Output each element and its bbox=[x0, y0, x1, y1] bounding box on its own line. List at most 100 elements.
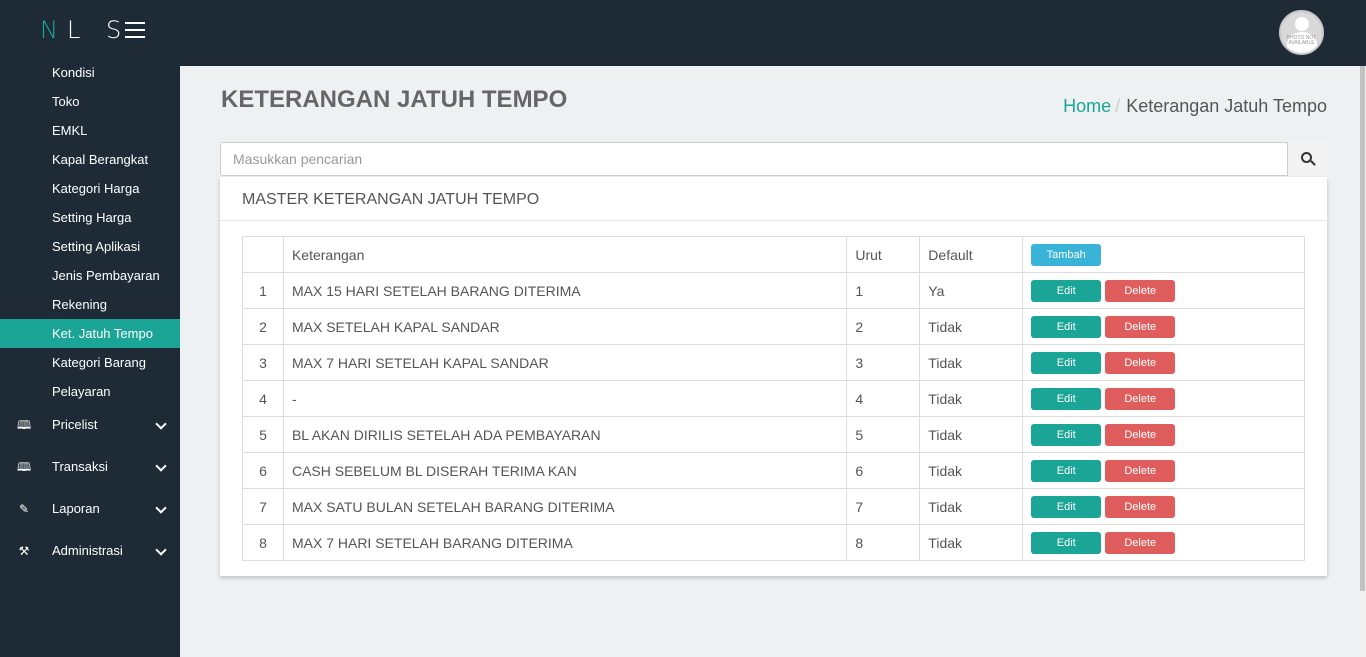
edit-button[interactable]: Edit bbox=[1031, 351, 1102, 374]
cell-actions: Edit Delete bbox=[1022, 488, 1305, 525]
delete-button[interactable]: Delete bbox=[1105, 351, 1176, 374]
edit-button[interactable]: Edit bbox=[1031, 315, 1102, 338]
edit-button[interactable]: Edit bbox=[1031, 423, 1102, 446]
cell-urut: 3 bbox=[846, 344, 921, 381]
sidebar-item-kategori-barang[interactable]: Kategori Barang bbox=[0, 348, 180, 377]
cell-no: 2 bbox=[242, 308, 284, 345]
cell-urut: 6 bbox=[846, 452, 921, 489]
sidebar-item-kapal-berangkat[interactable]: Kapal Berangkat bbox=[0, 145, 180, 174]
edit-button[interactable]: Edit bbox=[1031, 459, 1102, 482]
breadcrumb: Home / Keterangan Jatuh Tempo bbox=[1063, 96, 1327, 117]
cell-keterangan: - bbox=[282, 380, 848, 417]
sidebar-item-setting-aplikasi[interactable]: Setting Aplikasi bbox=[0, 232, 180, 261]
edit-button[interactable]: Edit bbox=[1031, 279, 1102, 302]
table-row: 5 BL AKAN DIRILIS SETELAH ADA PEMBAYARAN… bbox=[242, 416, 1305, 453]
delete-button[interactable]: Delete bbox=[1105, 279, 1176, 302]
breadcrumb-home-link[interactable]: Home bbox=[1063, 96, 1111, 116]
delete-button[interactable]: Delete bbox=[1105, 459, 1176, 482]
col-header-urut: Urut bbox=[846, 236, 921, 273]
cell-no: 1 bbox=[242, 272, 284, 309]
top-navbar: NL S PHOTO NOT AVAILABLE bbox=[0, 0, 1366, 66]
col-header-no bbox=[242, 236, 284, 273]
sidebar-group-laporan[interactable]: ✎ Laporan bbox=[0, 494, 180, 524]
wrench-icon: ⚒ bbox=[18, 544, 30, 558]
cell-urut: 1 bbox=[846, 272, 921, 309]
sidebar-item-toko[interactable]: Toko bbox=[0, 87, 180, 116]
cell-actions: Edit Delete bbox=[1022, 308, 1305, 345]
map-icon: 🕮 bbox=[17, 418, 32, 432]
edit-button[interactable]: Edit bbox=[1031, 531, 1102, 554]
chevron-down-icon bbox=[155, 502, 167, 514]
cell-actions: Edit Delete bbox=[1022, 344, 1305, 381]
sidebar-item-rekening[interactable]: Rekening bbox=[0, 290, 180, 319]
sidebar-group-transaksi[interactable]: 🕮 Transaksi bbox=[0, 452, 180, 482]
cell-actions: Edit Delete bbox=[1022, 272, 1305, 309]
delete-button[interactable]: Delete bbox=[1105, 387, 1176, 410]
chevron-down-icon bbox=[155, 418, 167, 430]
delete-button[interactable]: Delete bbox=[1105, 423, 1176, 446]
cell-actions: Edit Delete bbox=[1022, 416, 1305, 453]
sidebar-item-kategori-harga[interactable]: Kategori Harga bbox=[0, 174, 180, 203]
panel-header: MASTER KETERANGAN JATUH TEMPO bbox=[220, 177, 1327, 221]
cell-default: Tidak bbox=[919, 452, 1024, 489]
edit-button[interactable]: Edit bbox=[1031, 495, 1102, 518]
sidebar: Kondisi Toko EMKL Kapal Berangkat Katego… bbox=[0, 65, 180, 657]
cell-actions: Edit Delete bbox=[1022, 380, 1305, 417]
col-header-actions: Tambah bbox=[1022, 236, 1305, 273]
cell-keterangan: MAX SETELAH KAPAL SANDAR bbox=[282, 308, 848, 345]
cell-actions: Edit Delete bbox=[1022, 524, 1305, 561]
edit-icon: ✎ bbox=[18, 502, 30, 516]
breadcrumb-separator: / bbox=[1115, 96, 1121, 116]
sidebar-group-administrasi[interactable]: ⚒ Administrasi bbox=[0, 536, 180, 566]
logo-letters: L S bbox=[66, 16, 131, 44]
cell-no: 5 bbox=[242, 416, 284, 453]
page-scrollbar[interactable] bbox=[1359, 66, 1366, 657]
avatar-placeholder-text: PHOTO NOT AVAILABLE bbox=[1286, 35, 1317, 46]
delete-button[interactable]: Delete bbox=[1105, 495, 1176, 518]
table-row: 6 CASH SEBELUM BL DISERAH TERIMA KAN 6 T… bbox=[242, 452, 1305, 489]
edit-button[interactable]: Edit bbox=[1031, 387, 1102, 410]
add-button[interactable]: Tambah bbox=[1031, 243, 1102, 266]
cell-default: Tidak bbox=[919, 524, 1024, 561]
cell-default: Tidak bbox=[919, 380, 1024, 417]
menu-toggle-icon[interactable] bbox=[125, 22, 145, 38]
sidebar-item-jenis-pembayaran[interactable]: Jenis Pembayaran bbox=[0, 261, 180, 290]
table-row: 4 - 4 Tidak Edit Delete bbox=[242, 380, 1305, 417]
search-input[interactable] bbox=[221, 143, 1287, 175]
table-row: 8 MAX 7 HARI SETELAH BARANG DITERIMA 8 T… bbox=[242, 524, 1305, 561]
sidebar-item-ket-jatuh-tempo[interactable]: Ket. Jatuh Tempo bbox=[0, 319, 180, 348]
breadcrumb-current: Keterangan Jatuh Tempo bbox=[1126, 96, 1327, 116]
panel-title: MASTER KETERANGAN JATUH TEMPO bbox=[242, 191, 540, 208]
avatar-head-shape bbox=[1295, 17, 1309, 31]
user-avatar[interactable]: PHOTO NOT AVAILABLE bbox=[1279, 10, 1324, 55]
cell-actions: Edit Delete bbox=[1022, 452, 1305, 489]
app-logo[interactable]: NL S bbox=[40, 16, 130, 44]
cell-default: Tidak bbox=[919, 416, 1024, 453]
cell-urut: 5 bbox=[846, 416, 921, 453]
sidebar-group-pricelist[interactable]: 🕮 Pricelist bbox=[0, 410, 180, 440]
sidebar-item-setting-harga[interactable]: Setting Harga bbox=[0, 203, 180, 232]
cell-keterangan: CASH SEBELUM BL DISERAH TERIMA KAN bbox=[282, 452, 848, 489]
scrollbar-thumb[interactable] bbox=[1360, 66, 1365, 591]
chevron-down-icon bbox=[155, 460, 167, 472]
sidebar-item-emkl[interactable]: EMKL bbox=[0, 116, 180, 145]
cell-default: Ya bbox=[919, 272, 1024, 309]
delete-button[interactable]: Delete bbox=[1105, 531, 1176, 554]
sidebar-item-pelayaran[interactable]: Pelayaran bbox=[0, 377, 180, 406]
table-row: 7 MAX SATU BULAN SETELAH BARANG DITERIMA… bbox=[242, 488, 1305, 525]
cell-no: 8 bbox=[242, 524, 284, 561]
map-icon: 🕮 bbox=[17, 460, 32, 474]
sidebar-item-kondisi[interactable]: Kondisi bbox=[0, 58, 180, 87]
table-row: 3 MAX 7 HARI SETELAH KAPAL SANDAR 3 Tida… bbox=[242, 344, 1305, 381]
delete-button[interactable]: Delete bbox=[1105, 315, 1176, 338]
table-row: 2 MAX SETELAH KAPAL SANDAR 2 Tidak Edit D… bbox=[242, 308, 1305, 345]
cell-default: Tidak bbox=[919, 344, 1024, 381]
cell-no: 4 bbox=[242, 380, 284, 417]
sidebar-group-label: Administrasi bbox=[52, 543, 123, 558]
table-row: 1 MAX 15 HARI SETELAH BARANG DITERIMA 1 … bbox=[242, 272, 1305, 309]
cell-keterangan: MAX SATU BULAN SETELAH BARANG DITERIMA bbox=[282, 488, 848, 525]
chevron-down-icon bbox=[155, 544, 167, 556]
col-header-default: Default bbox=[919, 236, 1024, 273]
page-title: KETERANGAN JATUH TEMPO bbox=[221, 86, 568, 113]
search-button[interactable] bbox=[1287, 142, 1327, 176]
